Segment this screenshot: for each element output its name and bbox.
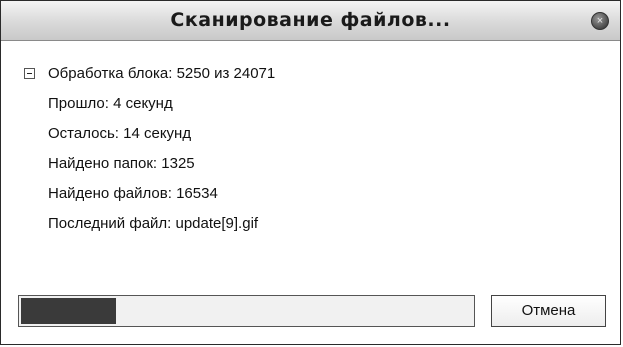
files-found-text: Найдено файлов: 16534 [48, 185, 218, 202]
folders-found-text: Найдено папок: 1325 [48, 155, 195, 172]
collapse-icon[interactable] [24, 68, 35, 79]
title-bar[interactable]: Сканирование файлов... × [1, 1, 620, 41]
elapsed-time-text: Прошло: 4 секунд [48, 95, 173, 112]
dialog-footer: Отмена [1, 283, 620, 345]
remaining-time-text: Осталось: 14 секунд [48, 125, 192, 142]
scan-dialog: Сканирование файлов... × Обработка блока… [0, 0, 621, 345]
scan-progress-bar [18, 295, 475, 327]
progress-fill [21, 298, 116, 324]
close-icon[interactable]: × [591, 12, 609, 30]
last-file-text: Последний файл: update[9].gif [48, 215, 259, 232]
cancel-button[interactable]: Отмена [491, 295, 606, 327]
scan-details: Обработка блока: 5250 из 24071 Прошло: 4… [1, 41, 620, 281]
block-progress-text: Обработка блока: 5250 из 24071 [48, 65, 276, 82]
window-title: Сканирование файлов... [170, 9, 451, 31]
